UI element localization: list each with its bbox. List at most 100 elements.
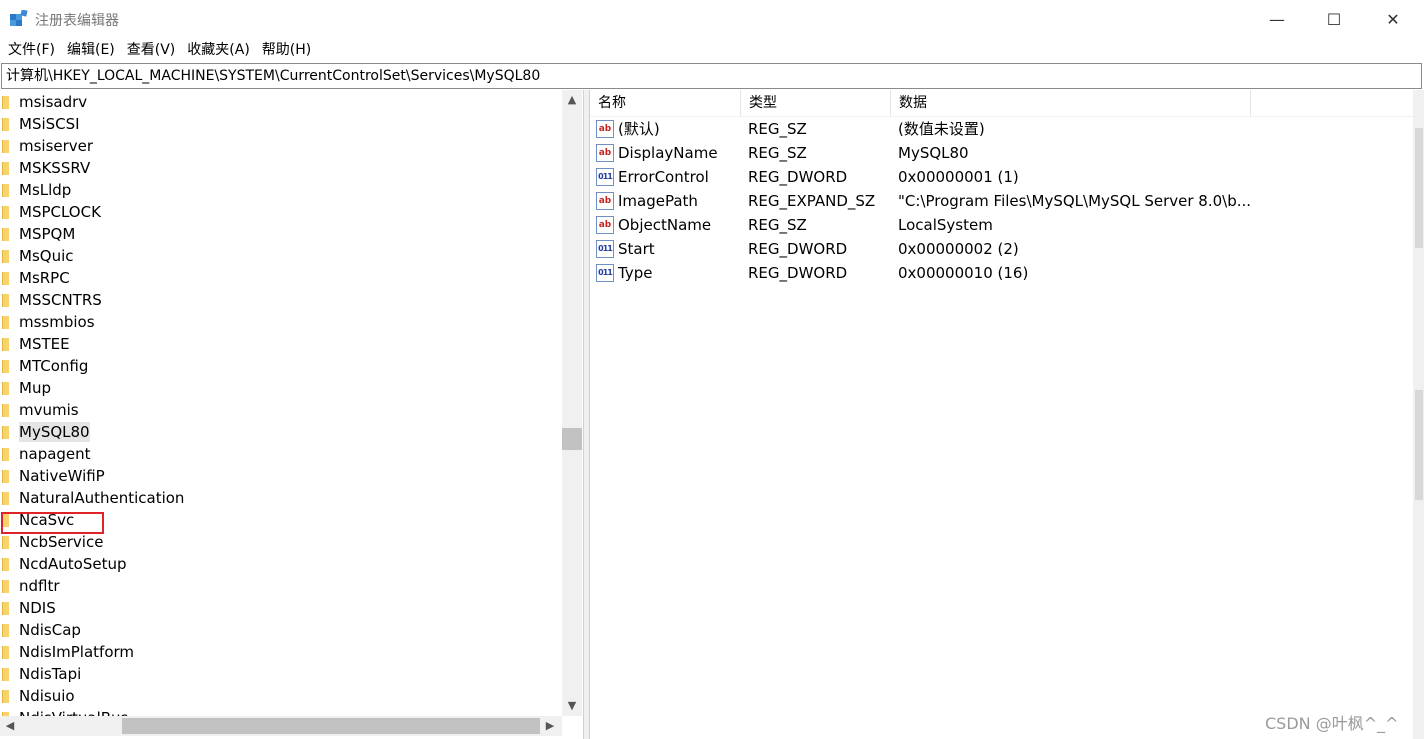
binary-value-icon: 011	[596, 264, 614, 282]
tree-hscroll-thumb[interactable]	[122, 718, 540, 734]
menu-edit[interactable]: 编辑(E)	[61, 38, 121, 62]
values-scroll-segment	[1415, 390, 1423, 500]
minimize-button[interactable]: —	[1248, 0, 1306, 38]
tree-item[interactable]: mvumis	[0, 399, 560, 421]
tree-item-label: NcdAutoSetup	[19, 555, 127, 573]
tree-item-label: NcbService	[19, 533, 104, 551]
scroll-down-arrow-icon[interactable]: ▼	[562, 696, 582, 716]
tree-item-label: NcaSvc	[19, 511, 75, 529]
tree-item[interactable]: msiserver	[0, 135, 560, 157]
tree-item-label: MSiSCSI	[19, 115, 80, 133]
tree-item[interactable]: MySQL80	[0, 421, 560, 443]
tree-item-label: NaturalAuthentication	[19, 489, 185, 507]
folder-icon	[2, 646, 9, 659]
values-scroll-segment	[1415, 128, 1423, 248]
column-header-name[interactable]: 名称	[590, 90, 741, 116]
string-value-icon: ab	[596, 192, 614, 210]
tree-item[interactable]: MSSCNTRS	[0, 289, 560, 311]
tree-item[interactable]: MSTEE	[0, 333, 560, 355]
tree-item-label: MSTEE	[19, 335, 70, 353]
binary-value-icon: 011	[596, 240, 614, 258]
tree-item[interactable]: NcdAutoSetup	[0, 553, 560, 575]
value-data: (数值未设置)	[898, 120, 985, 138]
value-row[interactable]: ab ObjectName REG_SZ LocalSystem	[590, 213, 1413, 237]
column-header-data[interactable]: 数据	[891, 90, 1251, 116]
address-bar[interactable]: 计算机\HKEY_LOCAL_MACHINE\SYSTEM\CurrentCon…	[1, 63, 1422, 89]
tree-item-label: mvumis	[19, 401, 79, 419]
folder-icon	[2, 206, 9, 219]
folder-icon	[2, 96, 9, 109]
scroll-left-arrow-icon[interactable]: ◀	[0, 716, 20, 736]
value-data: 0x00000010 (16)	[898, 264, 1029, 282]
tree-item[interactable]: NativeWifiP	[0, 465, 560, 487]
value-name: (默认)	[618, 120, 660, 138]
key-tree-pane: msisadrv MSiSCSI msiserver MSKSSRV MsLldp MSP…	[0, 90, 584, 739]
value-row[interactable]: 011 ErrorControl REG_DWORD 0x00000001 (1)	[590, 165, 1413, 189]
folder-icon	[2, 668, 9, 681]
menu-favorites[interactable]: 收藏夹(A)	[181, 38, 256, 62]
tree-item[interactable]: NDIS	[0, 597, 560, 619]
value-row[interactable]: ab (默认) REG_SZ (数值未设置)	[590, 117, 1413, 141]
tree-vertical-scrollbar[interactable]: ▲ ▼	[562, 90, 582, 716]
tree-item[interactable]: NaturalAuthentication	[0, 487, 560, 509]
tree-item[interactable]: NdisCap	[0, 619, 560, 641]
value-row[interactable]: ab ImagePath REG_EXPAND_SZ "C:\Program File…	[590, 189, 1413, 213]
value-name: ImagePath	[618, 192, 698, 210]
tree-item[interactable]: napagent	[0, 443, 560, 465]
folder-icon	[2, 338, 9, 351]
tree-item-label: msisadrv	[19, 93, 88, 111]
menu-file[interactable]: 文件(F)	[2, 38, 61, 62]
tree-item-label: MsLldp	[19, 181, 72, 199]
tree-item[interactable]: NcaSvc	[0, 509, 560, 531]
tree-item[interactable]: msisadrv	[0, 91, 560, 113]
tree-item[interactable]: Ndisuio	[0, 685, 560, 707]
value-row[interactable]: ab DisplayName REG_SZ MySQL80	[590, 141, 1413, 165]
tree-item-label: napagent	[19, 445, 91, 463]
key-tree-list: msisadrv MSiSCSI msiserver MSKSSRV MsLldp MSP…	[0, 90, 562, 716]
menu-bar: 文件(F) 编辑(E) 查看(V) 收藏夹(A) 帮助(H)	[0, 38, 1424, 62]
value-row[interactable]: 011 Start REG_DWORD 0x00000002 (2)	[590, 237, 1413, 261]
window-title: 注册表编辑器	[35, 13, 119, 29]
folder-icon	[2, 602, 9, 615]
tree-item[interactable]: MsLldp	[0, 179, 560, 201]
tree-item[interactable]: MsRPC	[0, 267, 560, 289]
values-vertical-scrollbar[interactable]	[1413, 90, 1424, 739]
tree-item-label: MsRPC	[19, 269, 70, 287]
folder-icon	[2, 470, 9, 483]
string-value-icon: ab	[596, 120, 614, 138]
value-row[interactable]: 011 Type REG_DWORD 0x00000010 (16)	[590, 261, 1413, 285]
tree-item[interactable]: MSPCLOCK	[0, 201, 560, 223]
column-header-type[interactable]: 类型	[741, 90, 891, 116]
tree-item[interactable]: MSKSSRV	[0, 157, 560, 179]
scroll-up-arrow-icon[interactable]: ▲	[562, 90, 582, 110]
tree-item[interactable]: NdisVirtualBus	[0, 707, 560, 716]
tree-vscroll-thumb[interactable]	[562, 428, 582, 450]
folder-icon	[2, 118, 9, 131]
tree-item[interactable]: NdisImPlatform	[0, 641, 560, 663]
tree-item-label: MSPCLOCK	[19, 203, 101, 221]
tree-item[interactable]: MsQuic	[0, 245, 560, 267]
folder-icon	[2, 316, 9, 329]
value-name: ErrorControl	[618, 168, 709, 186]
tree-item[interactable]: MSPQM	[0, 223, 560, 245]
value-type: REG_EXPAND_SZ	[748, 192, 876, 210]
tree-item-label: MTConfig	[19, 357, 89, 375]
tree-item[interactable]: mssmbios	[0, 311, 560, 333]
menu-help[interactable]: 帮助(H)	[256, 38, 317, 62]
maximize-button[interactable]: ☐	[1305, 0, 1363, 38]
tree-item[interactable]: MTConfig	[0, 355, 560, 377]
tree-item-label: msiserver	[19, 137, 94, 155]
value-name: DisplayName	[618, 144, 718, 162]
tree-item[interactable]: NdisTapi	[0, 663, 560, 685]
value-data: 0x00000002 (2)	[898, 240, 1019, 258]
scroll-right-arrow-icon[interactable]: ▶	[540, 716, 560, 736]
tree-item[interactable]: MSiSCSI	[0, 113, 560, 135]
tree-item[interactable]: NcbService	[0, 531, 560, 553]
tree-horizontal-scrollbar[interactable]: ◀ ▶	[0, 716, 562, 736]
tree-item[interactable]: ndfltr	[0, 575, 560, 597]
tree-item[interactable]: Mup	[0, 377, 560, 399]
close-button[interactable]: ✕	[1364, 0, 1422, 38]
value-name: Type	[618, 264, 653, 282]
tree-item-label: MsQuic	[19, 247, 74, 265]
menu-view[interactable]: 查看(V)	[121, 38, 182, 62]
